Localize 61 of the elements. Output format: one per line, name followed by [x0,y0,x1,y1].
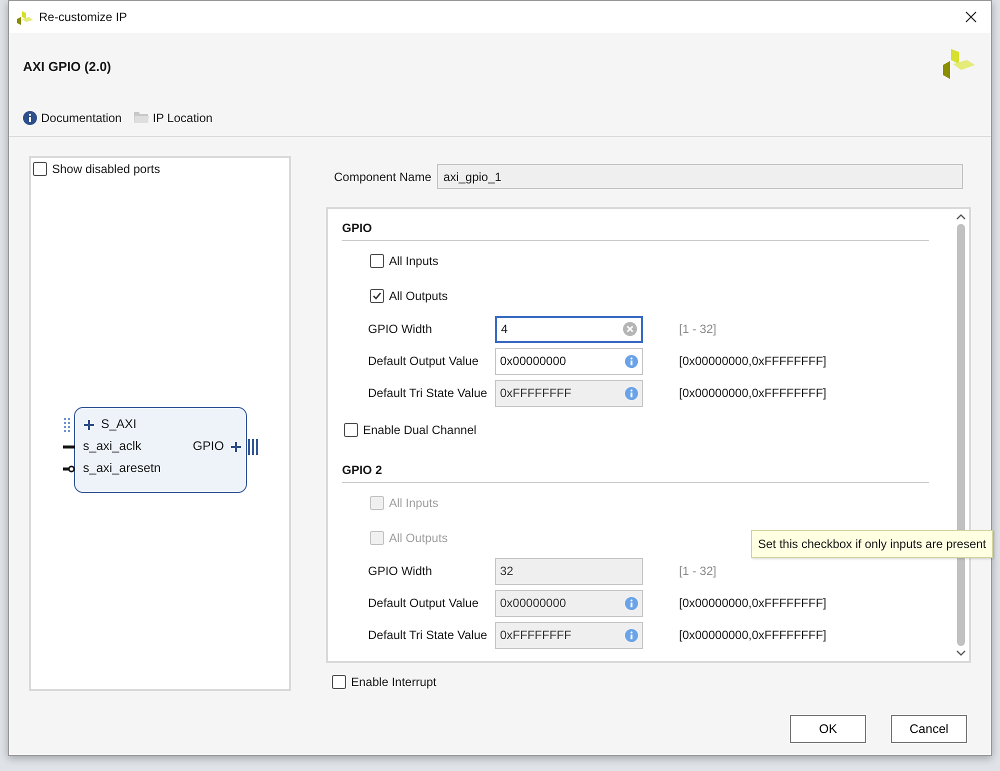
parameter-label: Default Output Value [368,595,480,612]
checkbox[interactable] [332,675,346,689]
parameter-label: Default Tri State Value [368,385,488,402]
documentation-link[interactable]: Documentation [41,108,122,126]
port-label: GPIO [192,438,224,456]
info-icon [23,110,37,124]
scroll-up-icon[interactable] [956,213,966,220]
checkmark-icon [372,290,382,300]
ok-button[interactable]: OK [790,715,866,743]
parameter-field: 0xFFFFFFFF [495,622,643,648]
range-hint: [0x00000000,0xFFFFFFFF] [679,627,826,644]
info-icon [625,628,638,642]
checkbox-label: All Inputs [389,494,438,512]
logo-icon [943,48,975,80]
range-hint: [0x00000000,0xFFFFFFFF] [679,595,826,612]
plus-icon[interactable] [83,418,95,430]
parameter-label: Default Tri State Value [368,627,488,644]
checkbox-label: All Outputs [389,530,448,546]
component-name-field[interactable]: axi_gpio_1 [437,164,963,189]
parameter-field: 0x00000000 [495,590,643,616]
close-icon[interactable] [965,11,977,23]
range-hint: [1 - 32] [679,321,716,338]
checkbox[interactable] [370,288,384,302]
range-hint: [0x00000000,0xFFFFFFFF] [679,385,826,402]
component-name-label: Component Name [334,168,432,186]
checkbox[interactable] [33,162,47,176]
ip-location-link[interactable]: IP Location [152,108,213,126]
bus-pin-icon [64,418,72,432]
info-icon [625,354,638,368]
checkbox-label: Enable Dual Channel [363,422,476,439]
checkbox-label: All Outputs [389,288,448,304]
info-icon [625,596,638,610]
checkbox-label: Enable Interrupt [351,674,436,691]
reset-pin-icon [63,462,75,474]
section-heading: GPIO 2 [342,461,929,483]
section-heading: GPIO [342,219,929,241]
parameter-label: GPIO Width [368,321,434,338]
show-disabled-ports-label: Show disabled ports [52,161,160,178]
range-hint: [0x00000000,0xFFFFFFFF] [679,353,826,370]
folder-icon [134,111,149,124]
cancel-button[interactable]: Cancel [891,715,967,743]
parameter-field: 0xFFFFFFFF [495,380,643,406]
checkbox[interactable] [370,254,384,268]
tooltip: Set this checkbox if only inputs are present [751,530,994,558]
port-label: S_AXI [101,416,136,434]
plus-icon[interactable] [230,440,242,452]
port-label: s_axi_aresetn [83,460,161,478]
parameter-field: 32 [495,558,643,584]
scroll-down-icon[interactable] [956,650,966,657]
ip-title: AXI GPIO (2.0) [23,58,112,76]
checkbox-label: All Inputs [389,252,438,270]
parameter-label: Default Output Value [368,353,480,370]
parameter-field[interactable]: 0x00000000 [495,348,643,374]
parameter-label: GPIO Width [368,563,434,580]
window-title: Re-customize IP [39,9,128,26]
range-hint: [1 - 32] [679,563,716,580]
app-logo-icon [17,10,33,26]
checkbox[interactable] [344,423,358,437]
port-label: s_axi_aclk [83,438,142,456]
parameter-field[interactable]: 4 [495,316,643,342]
info-icon [625,386,638,400]
